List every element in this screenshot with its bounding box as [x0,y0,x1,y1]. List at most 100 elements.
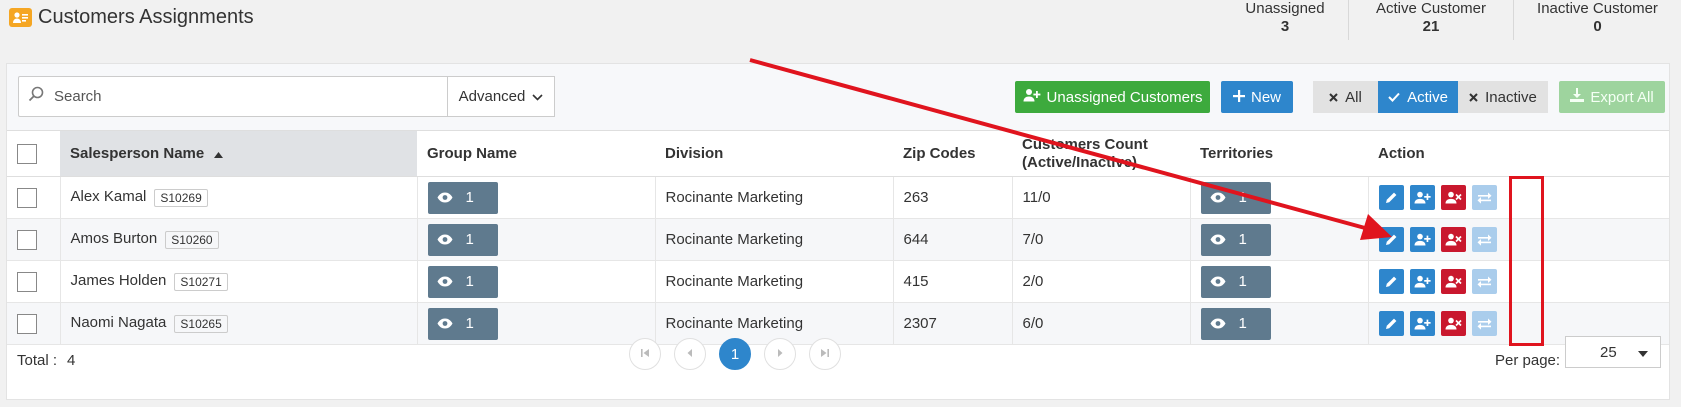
salesperson-cell: Amos Burton S10260 [60,218,418,261]
row-checkbox[interactable] [17,187,37,208]
stat-active-customer[interactable]: Active Customer 21 [1348,0,1513,40]
first-page-button[interactable] [629,338,661,370]
per-page-select[interactable]: 25 [1565,336,1661,368]
view-groups-button[interactable]: 1 [427,181,498,214]
user-times-icon [1445,275,1462,288]
group-cell: 1 [417,176,656,219]
stat-label: Inactive Customer [1537,0,1658,17]
row-checkbox[interactable] [17,271,37,292]
export-all-button[interactable]: Export All [1559,81,1665,113]
transfer-button[interactable] [1471,269,1497,294]
group-cell: 1 [417,218,656,261]
table-footer: Total : 4 1 Per page: 25 [7,328,1669,398]
column-action: Action [1368,130,1669,177]
table-header-row: Salesperson Name Group Name Division Zip… [7,130,1669,177]
page-button-current[interactable]: 1 [719,338,751,370]
chevron-down-icon [532,88,543,105]
column-group-name[interactable]: Group Name [417,130,655,177]
view-territories-button[interactable]: 1 [1200,265,1271,298]
zip-codes-cell: 644 [893,218,1013,261]
column-label-sub: (Active/Inactive) [1022,153,1138,171]
eye-icon [1210,276,1225,287]
stat-unassigned[interactable]: Unassigned 3 [1222,0,1348,40]
view-groups-button[interactable]: 1 [427,265,498,298]
eye-icon [1210,234,1225,245]
unassigned-customers-button[interactable]: Unassigned Customers [1015,81,1210,113]
row-checkbox[interactable] [17,229,37,250]
column-label: Customers Count [1022,135,1148,153]
stats-bar: Unassigned 3 Active Customer 21 Inactive… [1222,0,1681,40]
check-icon [1388,89,1400,106]
view-territories-button[interactable]: 1 [1200,181,1271,214]
advanced-label: Advanced [458,88,526,105]
search-icon [28,86,44,107]
eye-icon [437,234,452,245]
new-button[interactable]: New [1221,81,1293,113]
advanced-button[interactable]: Advanced [448,76,555,117]
select-all-checkbox[interactable] [17,143,37,164]
caret-down-icon [1638,344,1648,361]
remove-user-button[interactable] [1440,227,1466,252]
stat-value: 0 [1593,18,1602,35]
group-cell: 1 [417,260,656,303]
assign-customers-button[interactable] [1409,185,1435,210]
view-territories-button[interactable]: 1 [1200,223,1271,256]
column-salesperson-name[interactable]: Salesperson Name [60,130,417,177]
pencil-icon [1385,276,1396,287]
eye-icon [1210,192,1225,203]
user-plus-icon [1414,233,1431,246]
row-select-cell [7,260,61,303]
salesperson-name[interactable]: Amos Burton [71,230,158,247]
user-plus-icon [1414,275,1431,288]
customers-count-cell: 11/0 [1012,176,1191,219]
filter-all-button[interactable]: All [1313,81,1378,113]
territories-cell: 1 [1190,176,1369,219]
last-page-button[interactable] [809,338,841,370]
next-page-button[interactable] [764,338,796,370]
plus-icon [1232,89,1245,106]
column-customers-count[interactable]: Customers Count (Active/Inactive) [1012,130,1190,177]
transfer-button[interactable] [1471,185,1497,210]
column-division[interactable]: Division [655,130,893,177]
export-all-label: Export All [1590,88,1654,106]
salesperson-name[interactable]: James Holden [71,272,167,289]
territory-count: 1 [1238,231,1247,248]
close-icon [1469,89,1478,106]
search-box[interactable] [18,76,448,117]
column-zip-codes[interactable]: Zip Codes [893,130,1012,177]
close-icon [1329,89,1338,106]
salesperson-name[interactable]: Alex Kamal [71,188,147,205]
assign-customers-button[interactable] [1409,269,1435,294]
transfer-button[interactable] [1471,227,1497,252]
edit-button[interactable] [1378,269,1404,294]
view-groups-button[interactable]: 1 [427,223,498,256]
salesperson-cell: James Holden S10271 [60,260,418,303]
stat-inactive-customer[interactable]: Inactive Customer 0 [1513,0,1681,40]
stat-value: 3 [1280,18,1290,35]
column-territories[interactable]: Territories [1190,130,1368,177]
download-icon [1570,88,1585,106]
edit-button[interactable] [1378,185,1404,210]
filter-active-label: Active [1407,88,1448,106]
remove-user-button[interactable] [1440,269,1466,294]
table-body: Alex Kamal S10269 1 Rocinante Marketing 2… [7,176,1669,345]
assign-customers-button[interactable] [1409,227,1435,252]
remove-user-button[interactable] [1440,185,1466,210]
user-plus-icon [1023,88,1041,106]
search-input[interactable] [52,87,412,106]
sort-asc-icon [214,145,224,162]
salesperson-cell: Alex Kamal S10269 [60,176,418,219]
chevron-left-icon [686,345,694,363]
edit-button[interactable] [1378,227,1404,252]
group-count: 1 [465,189,474,206]
column-label: Division [665,145,724,162]
zip-codes-cell: 263 [893,176,1013,219]
prev-page-button[interactable] [674,338,706,370]
per-page-value: 25 [1600,343,1617,361]
filter-inactive-button[interactable]: Inactive [1458,81,1548,113]
stat-label: Active Customer [1375,0,1487,17]
column-label: Action [1378,145,1425,162]
pencil-icon [1385,192,1396,203]
column-label: Salesperson Name [70,145,205,162]
filter-active-button[interactable]: Active [1378,81,1458,113]
